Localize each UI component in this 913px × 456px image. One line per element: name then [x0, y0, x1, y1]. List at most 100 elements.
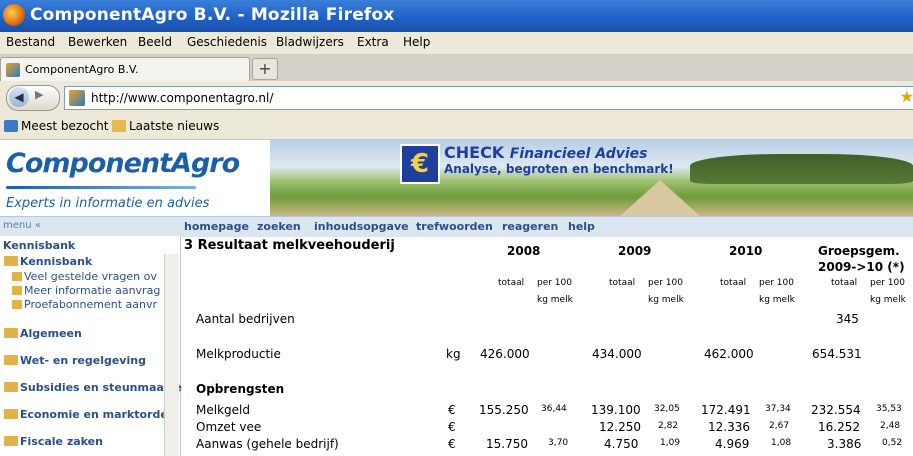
main-content: 3 Resultaat melkveehouderij 2008 2009 20…: [181, 236, 913, 456]
col-totaal: totaal: [609, 278, 636, 288]
cell-2009: 434.000: [592, 347, 642, 361]
navigation-toolbar: ◀ ▶ http://www.componentagro.nl/ ★: [0, 81, 913, 114]
window-title: ComponentAgro B.V. - Mozilla Firefox: [30, 5, 395, 25]
cell-2008-per100: 3,70: [548, 438, 569, 448]
cell-2010: 172.491: [701, 403, 751, 417]
menu-geschiedenis[interactable]: Geschiedenis: [187, 35, 267, 49]
menu-bladwijzers[interactable]: Bladwijzers: [276, 35, 344, 49]
tab-componentagro[interactable]: ComponentAgro B.V.: [0, 57, 250, 82]
menu-toggle[interactable]: menu «: [3, 220, 41, 231]
componentagro-logo[interactable]: ComponentAgro: [6, 148, 240, 179]
folder-icon: [12, 300, 22, 309]
cell-group: 654.531: [812, 347, 862, 361]
folder-icon: [4, 328, 18, 338]
row-label: Aantal bedrijven: [196, 312, 295, 326]
cell-2010: 4.969: [715, 437, 750, 451]
sidebar-subitem-label: Meer informatie aanvrag: [24, 284, 161, 297]
bookmark-star-icon[interactable]: ★: [900, 87, 913, 106]
back-forward-buttons: ◀ ▶: [6, 85, 60, 111]
cell-2010: 12.336: [708, 420, 750, 434]
menu-help[interactable]: Help: [403, 35, 430, 49]
col-kgmelk: kg melk: [759, 295, 795, 305]
col-per100: per 100: [870, 278, 905, 288]
cell-2009: 4.750: [604, 437, 639, 451]
nav-zoeken[interactable]: zoeken: [257, 220, 301, 233]
col-kgmelk: kg melk: [537, 295, 573, 305]
cell-2009-per100: 32,05: [654, 404, 680, 414]
folder-icon: [4, 382, 18, 392]
menu-bar: Bestand Bewerken Beeld Geschiedenis Blad…: [0, 32, 913, 55]
tagline: Experts in informatie en advies: [6, 196, 210, 211]
menu-extra[interactable]: Extra: [357, 35, 389, 49]
most-visited-icon: [4, 120, 18, 132]
sidebar: Kennisbank Kennisbank Veel gestelde vrag…: [0, 236, 182, 456]
cell-2009: 12.250: [599, 420, 641, 434]
menu-bewerken[interactable]: Bewerken: [68, 35, 127, 49]
cell-2009-per100: 1,09: [660, 438, 681, 448]
tree-line: [690, 154, 913, 184]
sidebar-scrollbar[interactable]: [164, 254, 179, 456]
sidebar-item-economie[interactable]: Economie en marktordeni: [4, 408, 179, 421]
col-totaal: totaal: [720, 278, 747, 288]
check-label: CHECK: [444, 143, 505, 162]
row-label: Aanwas (gehele bedrijf): [196, 437, 339, 451]
logo-text-agro: Agro: [171, 148, 240, 179]
bookmarks-toolbar: Meest bezocht Laatste nieuws: [0, 114, 913, 140]
sidebar-item-label: Algemeen: [20, 327, 82, 340]
col-totaal: totaal: [498, 278, 525, 288]
folder-icon: [4, 436, 18, 446]
cell-group: 3.386: [827, 437, 862, 451]
cell-2010-per100: 1,08: [771, 438, 792, 448]
sidebar-subitem[interactable]: Proefabonnement aanvr: [12, 298, 164, 311]
nav-homepage[interactable]: homepage: [184, 220, 249, 233]
cell-unit: €: [448, 420, 456, 434]
back-arrow-icon[interactable]: ◀: [9, 87, 29, 107]
nav-trefwoorden[interactable]: trefwoorden: [416, 220, 493, 233]
section-label: Opbrengsten: [196, 382, 285, 396]
sidebar-header: Kennisbank: [3, 239, 76, 252]
cell-2010: 462.000: [704, 347, 754, 361]
check-subtitle: Analyse, begroten en benchmark!: [444, 162, 674, 176]
sidebar-item-kennisbank[interactable]: Kennisbank: [4, 255, 92, 268]
cell-2008: 426.000: [480, 347, 530, 361]
address-bar[interactable]: http://www.componentagro.nl/ ★: [64, 86, 913, 110]
menu-bestand[interactable]: Bestand: [6, 35, 55, 49]
col-per100: per 100: [537, 278, 572, 288]
cell-unit: €: [448, 437, 456, 451]
cell-group: 345: [836, 312, 859, 326]
folder-icon: [12, 286, 22, 295]
nav-inhoudsopgave[interactable]: inhoudsopgave: [314, 220, 409, 233]
menu-beeld[interactable]: Beeld: [138, 35, 172, 49]
site-favicon-icon: [69, 90, 85, 106]
folder-open-icon: [4, 256, 18, 266]
bookmark-meest-bezocht[interactable]: Meest bezocht: [4, 119, 108, 133]
col-per100: per 100: [759, 278, 794, 288]
row-label: Omzet vee: [196, 420, 262, 434]
check-financieel-title[interactable]: CHECK Financieel Advies: [444, 143, 647, 162]
sidebar-item-label: Economie en marktordeni: [20, 408, 180, 421]
sidebar-subitem[interactable]: Meer informatie aanvrag: [12, 284, 164, 297]
bookmark-laatste-nieuws[interactable]: Laatste nieuws: [112, 119, 219, 133]
logo-swoosh: [6, 186, 196, 189]
nav-reageren[interactable]: reageren: [502, 220, 558, 233]
forward-arrow-icon[interactable]: ▶: [35, 88, 43, 101]
sidebar-item-algemeen[interactable]: Algemeen: [4, 327, 82, 340]
cell-2008-per100: 36,44: [541, 404, 567, 414]
sidebar-item-label: Wet- en regelgeving: [20, 354, 146, 367]
sidebar-item-wetgeving[interactable]: Wet- en regelgeving: [4, 354, 146, 367]
nav-help[interactable]: help: [568, 220, 595, 233]
folder-icon: [4, 355, 18, 365]
sidebar-item-subsidies[interactable]: Subsidies en steunmaatre: [4, 381, 182, 394]
logo-text-component: Component: [6, 148, 172, 179]
new-tab-button[interactable]: +: [252, 58, 278, 80]
sidebar-item-fiscale-zaken[interactable]: Fiscale zaken: [4, 435, 103, 448]
cell-2010-per100: 37,34: [765, 404, 791, 414]
sidebar-item-label: Kennisbank: [20, 255, 93, 268]
cell-group: 232.554: [811, 403, 861, 417]
cell-group: 16.252: [818, 420, 860, 434]
page-title: 3 Resultaat melkveehouderij: [184, 238, 395, 253]
sidebar-subitem[interactable]: Veel gestelde vragen ov: [12, 270, 164, 283]
col-kgmelk: kg melk: [648, 295, 684, 305]
country-road: [620, 180, 700, 216]
cell-unit: €: [448, 403, 456, 417]
